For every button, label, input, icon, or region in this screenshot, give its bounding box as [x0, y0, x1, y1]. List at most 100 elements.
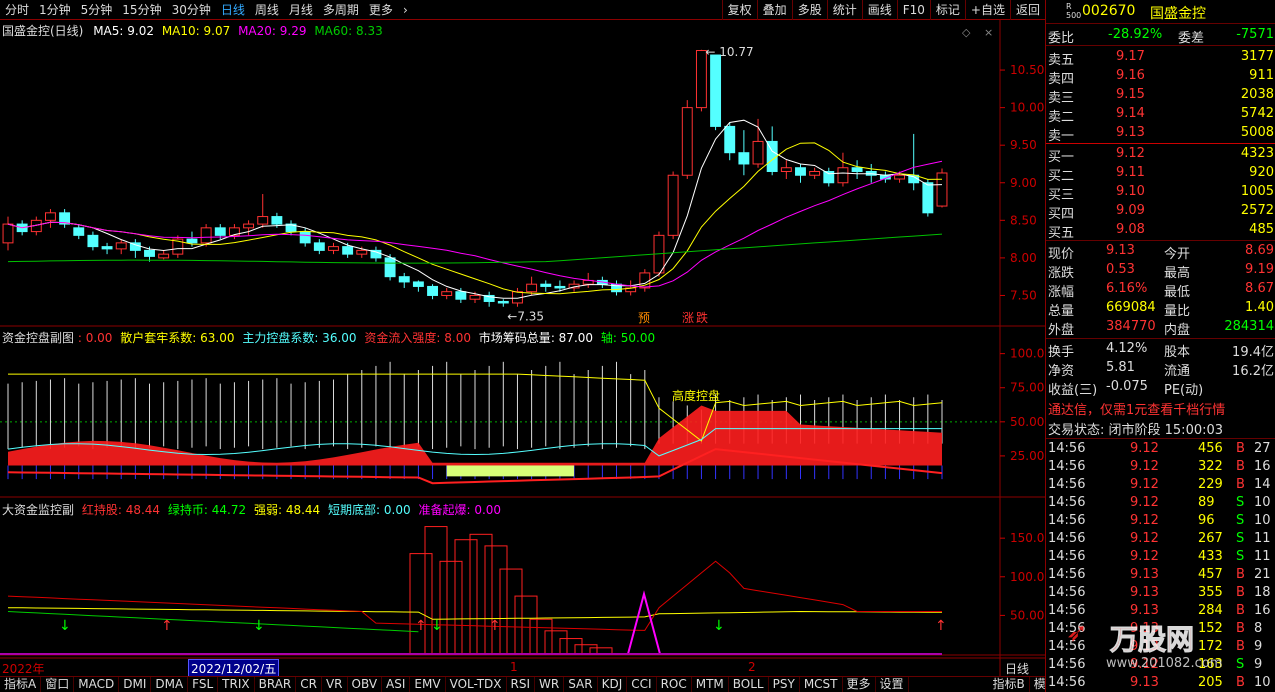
panel3-magenta-spike — [627, 590, 661, 655]
indicator-tab[interactable]: 窗口 — [41, 677, 75, 692]
panel3-label-e: 准备起爆 — [418, 503, 467, 517]
trade-status: 交易状态: 闭市阶段 15:00:03 — [1048, 423, 1224, 438]
low-annotation: ←7.35 — [507, 310, 544, 324]
candle-down — [724, 125, 736, 154]
candle-up — [2, 223, 14, 244]
divider — [1046, 240, 1275, 241]
period-indicator[interactable]: 日线 — [1005, 660, 1029, 677]
candle-up — [894, 174, 905, 180]
indicator-tab[interactable]: BRAR — [255, 677, 297, 692]
indicator-tab[interactable]: TRIX — [218, 677, 255, 692]
indicator-tab[interactable]: KDJ — [598, 677, 628, 692]
candle-up — [526, 283, 538, 293]
indicator-tab[interactable]: 设置 — [876, 677, 909, 692]
month-2: 2 — [748, 660, 756, 674]
indicator-tab[interactable]: MCST — [800, 677, 843, 692]
indicator-tab[interactable]: BOLL — [729, 677, 769, 692]
tick-time: 14:56 — [1048, 495, 1086, 510]
indicator-tab[interactable]: VOL-TDX — [446, 677, 507, 692]
tick-volume: 96 — [1198, 513, 1215, 528]
ma10-line — [7, 142, 943, 295]
stat-label: 最高 — [1164, 266, 1191, 281]
bid-label: 买三 — [1048, 188, 1075, 203]
ask-volume: 2038 — [1240, 87, 1274, 102]
indicator-tab[interactable]: MACD — [74, 677, 120, 692]
candle-down — [73, 227, 85, 236]
price-tick-label: 9.50 — [1010, 138, 1037, 152]
indicator-tab[interactable]: CCI — [627, 677, 657, 692]
indicator-tab[interactable]: DMI — [119, 677, 152, 692]
panel3-red-line — [7, 560, 942, 631]
candle-down — [554, 285, 566, 289]
bid-row: 买五 9.08 485 — [1046, 221, 1275, 241]
indicator-tab[interactable]: FSL — [188, 677, 219, 692]
indicator-tab[interactable]: SAR — [564, 677, 598, 692]
candle-down — [922, 182, 934, 214]
candle-down — [186, 238, 198, 244]
indicator-tab[interactable]: RSI — [507, 677, 536, 692]
panel2-value-b: : 36.00 — [314, 331, 357, 345]
panel3-bar — [424, 526, 448, 655]
high-annotation: ← 10.77 — [705, 45, 753, 59]
stat-value: 669084 — [1106, 300, 1156, 315]
tick-price: 9.12 — [1130, 459, 1159, 474]
tick-time: 14:56 — [1048, 441, 1086, 456]
tick-price: 9.12 — [1130, 477, 1159, 492]
indicator-tab[interactable]: DMA — [151, 677, 189, 692]
panel3-bars — [409, 526, 613, 655]
stat-value: 284314 — [1224, 319, 1274, 334]
indicator-tab[interactable]: WR — [535, 677, 565, 692]
panel3-label-d: 短期底部 — [328, 503, 377, 517]
panel2-value-e: : 50.00 — [612, 331, 656, 345]
indicator-tab[interactable]: ASI — [382, 677, 411, 692]
indicator-tab[interactable]: PSY — [769, 677, 800, 692]
candle-up — [243, 223, 255, 229]
indicator-tab[interactable]: 指标B — [989, 677, 1030, 692]
indicator-tab[interactable]: 更多 — [843, 677, 876, 692]
tick-direction: S — [1236, 549, 1245, 564]
candle-up — [681, 107, 693, 176]
candle-up — [469, 294, 481, 300]
stat-label: 内盘 — [1164, 323, 1191, 338]
arrow-down-icon: ↓ — [431, 618, 443, 634]
tick-volume: 457 — [1198, 567, 1223, 582]
panel3-bar — [469, 533, 493, 655]
candle-up — [328, 246, 339, 251]
candle-up — [752, 140, 764, 165]
candle-down — [342, 246, 354, 255]
price-tick-label: 8.00 — [1010, 251, 1037, 265]
indicator-tab[interactable]: CR — [296, 677, 322, 692]
indicator-tab[interactable]: OBV — [348, 677, 383, 692]
tick-price: 9.13 — [1130, 585, 1159, 600]
ma10-label: MA10: 9.07 — [161, 24, 231, 38]
indicator-tab[interactable]: ROC — [657, 677, 692, 692]
bid-price: 9.11 — [1116, 165, 1145, 180]
tick-volume: 355 — [1198, 585, 1223, 600]
indicator-tab[interactable]: MTM — [692, 677, 729, 692]
candle-down — [738, 152, 750, 165]
tick-volume: 433 — [1198, 549, 1223, 564]
tag-down: 跌 — [696, 310, 708, 325]
price-tick-label: 10.50 — [1010, 63, 1044, 77]
ad-link[interactable]: 通达信，仅需1元查看千档行情 — [1048, 399, 1225, 418]
stat2-row: 净资 5.81 流通 16.2亿 — [1046, 359, 1275, 379]
app-window: 分时 1分钟 5分钟 15分钟 30分钟 日线 周线 月线 多周期 更多 › 复权 叠加 多股 统计 画线 F… — [0, 0, 1275, 692]
tick-row: 14:56 9.13 457 B 21 — [1046, 566, 1275, 585]
panel3-title: 大资金监控副 — [2, 503, 75, 517]
indicator-tab[interactable]: 指标A — [0, 677, 42, 692]
panel2-axis: 100.0 75.00 50.00 25.00 — [1000, 347, 1044, 463]
stat-value: 0.53 — [1106, 262, 1135, 277]
panel3-label-a: 红持股 — [81, 503, 118, 517]
indicator-tab[interactable]: VR — [322, 677, 348, 692]
tick-price: 9.13 — [1130, 603, 1159, 618]
tick-time: 14:56 — [1048, 513, 1086, 528]
divider — [1046, 45, 1275, 46]
candle-down — [144, 249, 155, 257]
panel2-tick-label: 75.00 — [1010, 381, 1044, 395]
divider — [1046, 338, 1275, 339]
indicator-tab[interactable]: EMV — [410, 677, 446, 692]
ma20-label: MA20: 9.29 — [238, 24, 307, 38]
candle-up — [200, 227, 212, 244]
candle-down — [497, 300, 509, 304]
tick-direction: B — [1236, 459, 1245, 474]
